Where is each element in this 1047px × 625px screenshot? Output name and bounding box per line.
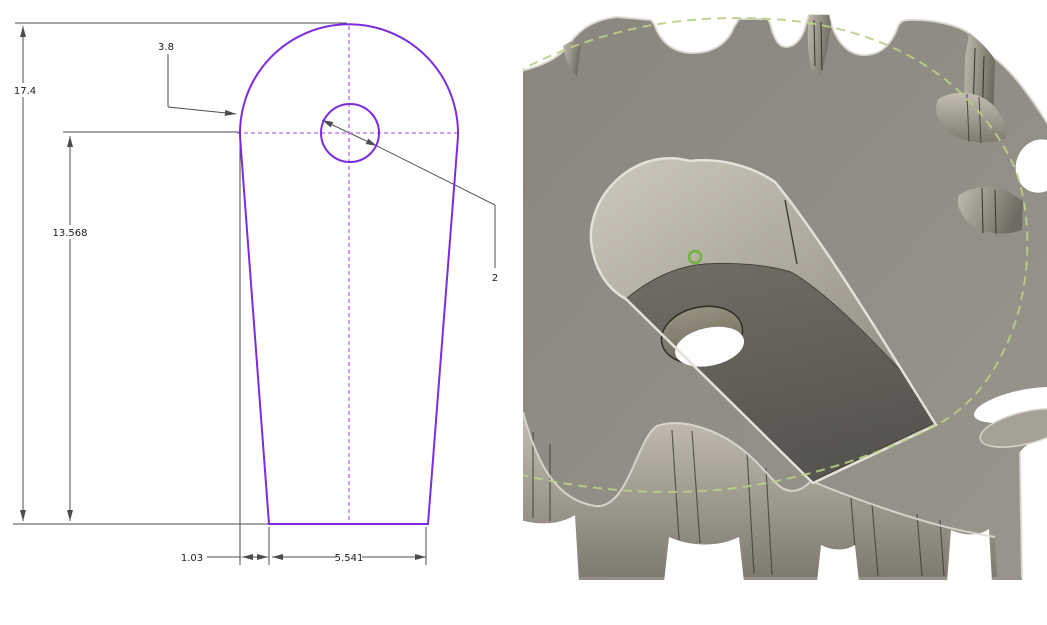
cad-workspace: 17.4 13.568 3.8 2 1.03 5.541 [0, 0, 1047, 625]
dim-label-bottom-offset[interactable]: 1.03 [181, 553, 203, 564]
dim-label-radius[interactable]: 3.8 [158, 42, 174, 53]
dim-label-total-height[interactable]: 17.4 [14, 86, 36, 97]
dim-label-hole-diameter[interactable]: 2 [492, 273, 498, 284]
leader-hole-diameter [377, 146, 495, 268]
leader-radius-arrow [168, 107, 236, 114]
model-3d-viewport[interactable] [523, 0, 1047, 580]
sketch-drawing-panel[interactable]: 17.4 13.568 3.8 2 1.03 5.541 [0, 0, 523, 625]
dim-label-side-height[interactable]: 13.568 [53, 228, 88, 239]
dim-label-bottom-width[interactable]: 5.541 [335, 553, 364, 564]
